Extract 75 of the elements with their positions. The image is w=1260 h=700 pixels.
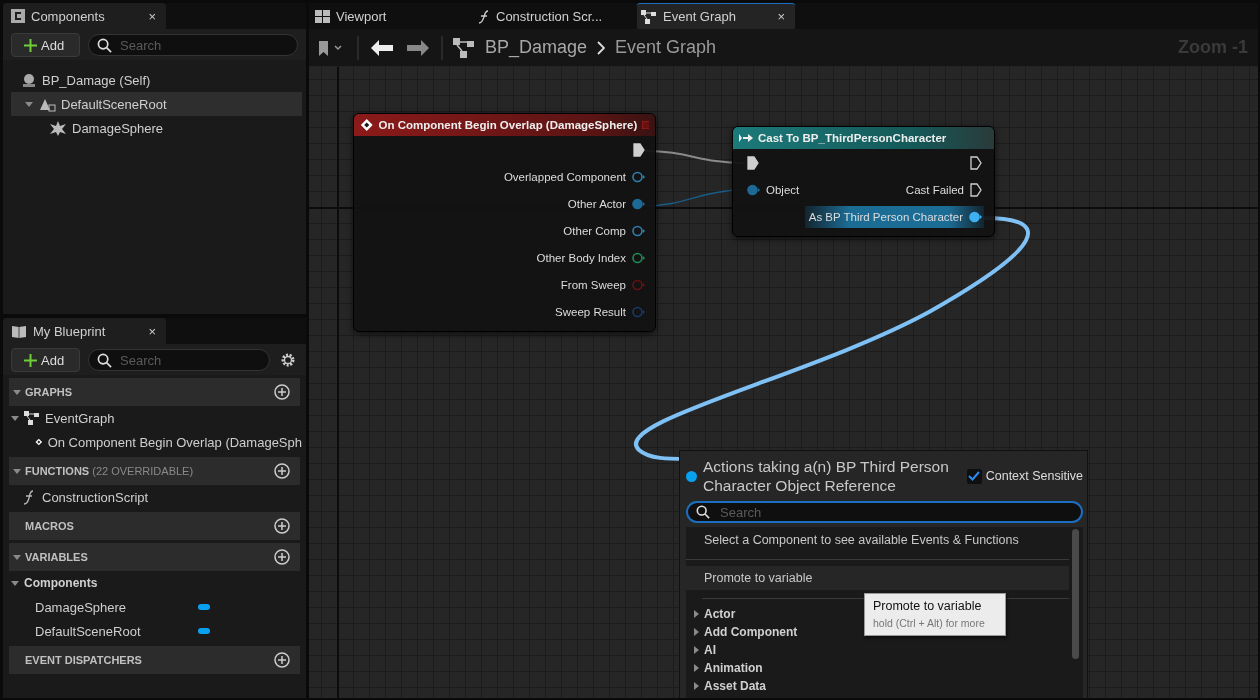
action-item[interactable]: Promote to variable: [686, 566, 1069, 590]
editor-tab[interactable]: Viewport: [311, 3, 466, 29]
breadcrumb-link[interactable]: BP_Damage: [485, 37, 588, 58]
item-label: EventGraph: [45, 410, 115, 426]
breadcrumb-current: Event Graph: [615, 37, 717, 58]
item-label: ConstructionScript: [42, 489, 149, 505]
menu-title: Actions taking a(n) BP Third Person Character Object Reference: [703, 457, 950, 495]
pin-label: Other Comp: [563, 224, 626, 237]
pin-label: As BP Third Person Character: [808, 210, 963, 223]
category-item[interactable]: Actor: [686, 605, 856, 623]
search-input[interactable]: Search: [118, 36, 289, 54]
pin-label: Sweep Result: [555, 305, 626, 318]
category-item[interactable]: AI: [686, 641, 856, 659]
close-button[interactable]: ×: [148, 8, 156, 24]
section-title: VARIABLES: [25, 551, 89, 563]
category-row[interactable]: Components: [11, 571, 302, 595]
list-item[interactable]: DamageSphere: [11, 595, 302, 619]
section-title: FUNCTIONS (22 OVERRIDABLE): [25, 465, 195, 477]
section-header[interactable]: VARIABLES: [9, 543, 300, 571]
tab-title: Viewport: [336, 9, 388, 24]
pin-label: Cast Failed: [905, 183, 964, 196]
editor-tab[interactable]: Construction Scr...: [474, 3, 629, 29]
close-button[interactable]: ×: [148, 323, 156, 339]
panel-tab[interactable]: Components ×: [3, 3, 166, 29]
tree-item-label: DamageSphere: [72, 120, 164, 136]
pin-label: Overlapped Component: [503, 170, 626, 183]
panel-tab[interactable]: My Blueprint ×: [3, 318, 166, 344]
tab-title: Components: [31, 8, 106, 24]
section-header[interactable]: MACROS: [9, 512, 300, 540]
tab-title: My Blueprint: [33, 323, 107, 339]
section-title: GRAPHS: [25, 386, 74, 398]
tooltip-hint: hold (Ctrl + Alt) for more: [873, 617, 986, 629]
category-item[interactable]: Asset Data: [686, 677, 856, 695]
tab-title: Construction Scr...: [496, 9, 604, 24]
context-sensitive-checkbox[interactable]: Context Sensitive: [966, 468, 1083, 484]
list-item[interactable]: ConstructionScript: [11, 485, 302, 509]
search-input[interactable]: Search: [118, 351, 261, 369]
search-input[interactable]: Search: [718, 503, 1073, 521]
section-header[interactable]: GRAPHS: [9, 378, 300, 406]
pin-label: Other Actor: [567, 197, 626, 210]
cast-node[interactable]: Cast To BP_ThirdPersonCharacter Object Cast Failed As BP Third Person Character: [732, 126, 995, 237]
editor-tab[interactable]: Event Graph ×: [637, 3, 795, 29]
section-header[interactable]: FUNCTIONS (22 OVERRIDABLE): [9, 457, 300, 485]
event-node[interactable]: On Component Begin Overlap (DamageSphere) Overlapped Component Other Actor Other Comp Other Body Index From Sweep Sweep Result: [353, 113, 656, 332]
item-label: DamageSphere: [35, 599, 127, 615]
tree-item-label: DefaultSceneRoot: [61, 96, 167, 112]
list-item[interactable]: DefaultSceneRoot: [11, 619, 302, 643]
pin-label: Object: [766, 183, 800, 196]
category-item[interactable]: Add Component: [686, 623, 856, 641]
section-title: EVENT DISPATCHERS: [25, 654, 143, 666]
section-header[interactable]: EVENT DISPATCHERS: [9, 646, 300, 674]
info-text: Select a Component to see available Events & Functions: [686, 527, 1069, 560]
section-title: MACROS: [25, 520, 75, 532]
tab-title: Event Graph: [663, 9, 737, 24]
close-button[interactable]: ×: [777, 9, 785, 24]
node-title: Cast To BP_ThirdPersonCharacter: [758, 132, 948, 144]
category-label: Components: [24, 576, 98, 590]
add-button[interactable]: Add: [11, 33, 80, 57]
search-field[interactable]: Search: [88, 34, 298, 56]
tree-item[interactable]: DefaultSceneRoot: [11, 92, 302, 116]
pin-label: From Sweep: [560, 278, 626, 291]
tooltip-title: Promote to variable: [873, 599, 983, 613]
pin-label: Other Body Index: [536, 251, 626, 264]
search-field[interactable]: Search: [686, 501, 1083, 523]
tree-item-label: BP_Damage (Self): [42, 72, 151, 88]
category-item[interactable]: Animation: [686, 659, 856, 677]
list-item[interactable]: On Component Begin Overlap (DamageSph: [11, 430, 302, 454]
add-button[interactable]: Add: [11, 348, 80, 372]
list-item[interactable]: EventGraph: [11, 406, 302, 430]
tree-item[interactable]: BP_Damage (Self): [11, 68, 302, 92]
item-label: On Component Begin Overlap (DamageSph: [47, 434, 302, 450]
item-label: DefaultSceneRoot: [35, 623, 141, 639]
search-field[interactable]: Search: [88, 349, 270, 371]
tree-item[interactable]: DamageSphere: [11, 116, 302, 140]
node-title: On Component Begin Overlap (DamageSphere): [378, 119, 638, 131]
